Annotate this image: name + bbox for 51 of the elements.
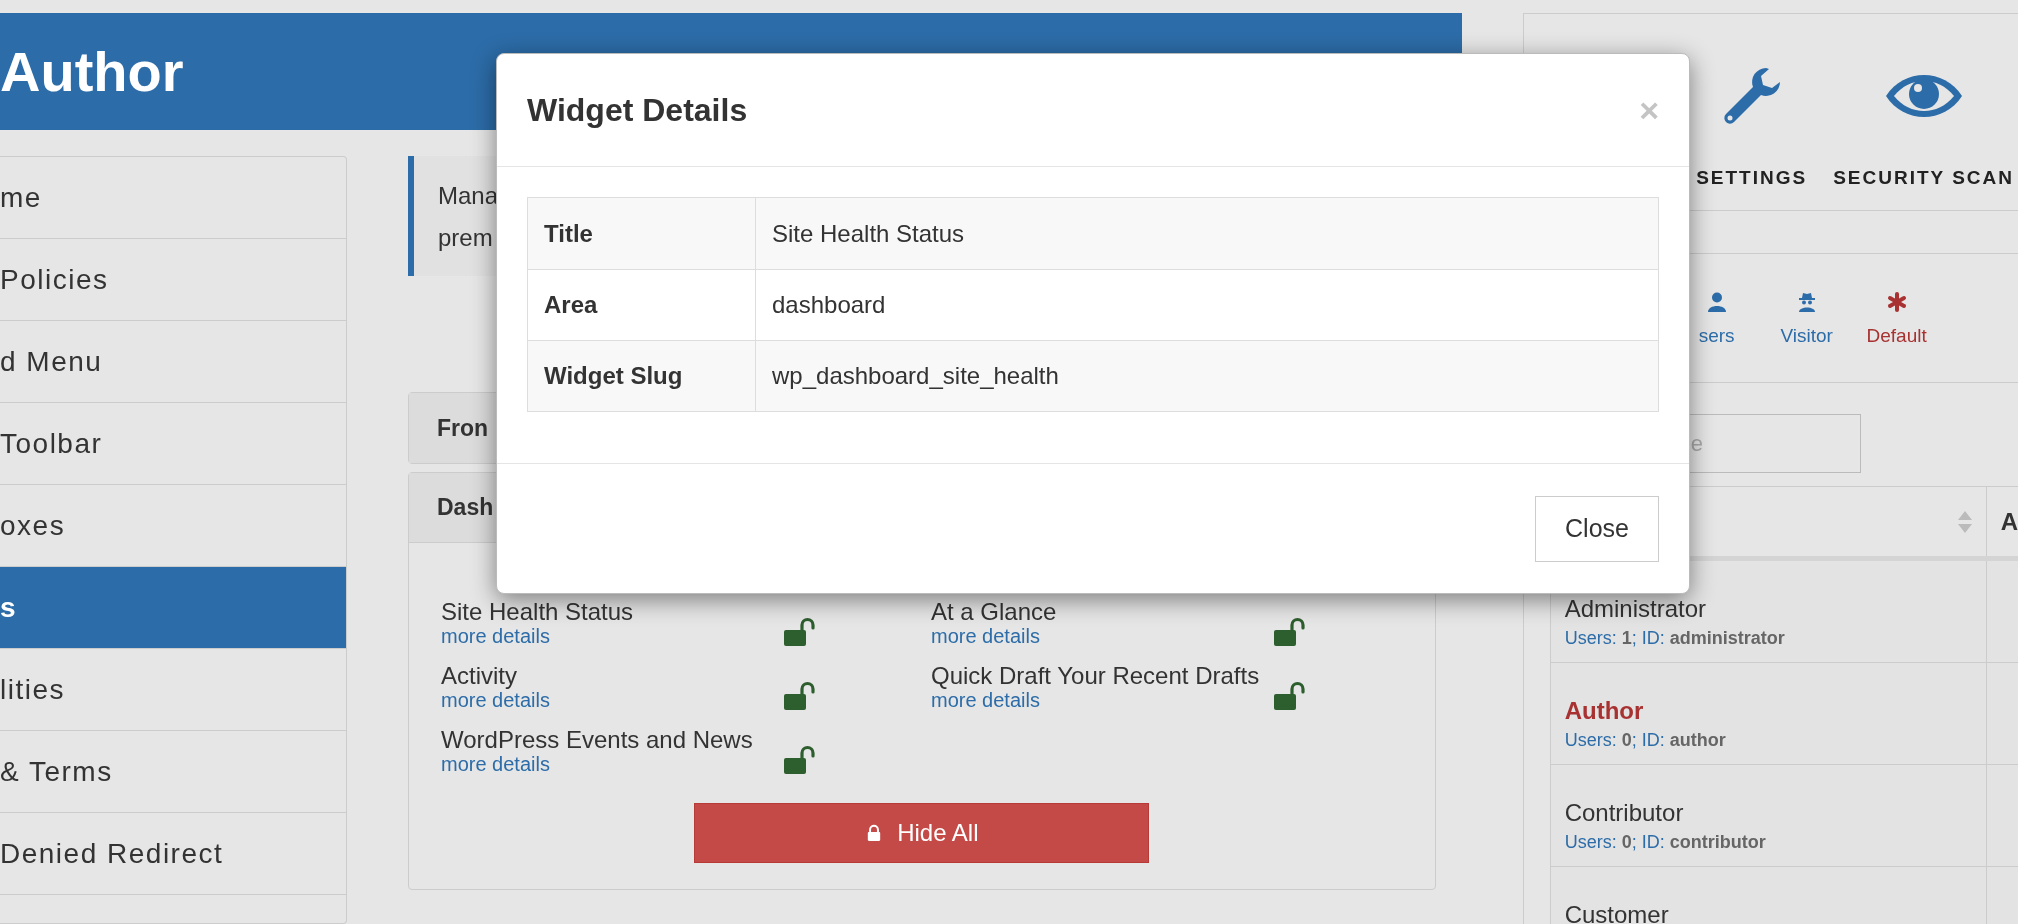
hide-all-button[interactable]: Hide All [694,803,1150,863]
role-meta: Users: 0; ID: author [1564,729,1727,752]
widget-title: Site Health Status [441,599,634,624]
detail-label: Widget Slug [528,341,756,411]
role-cell[interactable]: Contributor Users: 0; ID: contributor [1550,765,1987,866]
widget-title: WordPress Events and News [441,727,753,752]
widget-title: Quick Draft Your Recent Drafts [931,663,1260,688]
more-details-link[interactable]: more details [441,688,550,713]
sidebar-item[interactable]: Policies [0,239,346,321]
sidebar-item[interactable]: s [0,567,346,649]
sidebar-item[interactable]: lities [0,649,346,731]
detail-value: wp_dashboard_site_health [771,361,1060,391]
tool-button[interactable]: SECURITY SCAN [1833,56,2014,193]
detail-value: Site Health Status [771,218,966,249]
sidebar-item[interactable]: d Menu [0,321,346,403]
role-name: Customer [1564,901,1670,924]
role-name: Contributor [1564,799,1685,827]
tool-label: SETTINGS [1696,166,1808,190]
tool-label: SECURITY SCAN [1833,166,2014,190]
role-meta: Users: 1; ID: administrator [1564,627,1786,650]
notice-text: Mana [438,181,499,211]
role-name: Administrator [1564,595,1708,623]
table-header-cell[interactable]: A [1986,487,2018,556]
spy-icon [1797,291,1816,312]
modal-title: Widget Details [527,91,748,130]
asterisk-icon [1886,291,1907,312]
more-details-link[interactable]: more details [931,624,1057,649]
sidebar-item[interactable]: Denied Redirect [0,813,346,895]
page-title: Author [0,43,184,100]
sidebar-item[interactable]: Toolbar [0,403,346,485]
sort-icon [1957,510,1972,533]
detail-value: dashboard [771,290,887,320]
role-meta: Users: 0; ID: contributor [1564,831,1767,854]
sidebar-item[interactable]: me [0,157,346,239]
role-tab[interactable]: sers [1671,291,1762,351]
role-cell[interactable]: Author Users: 0; ID: author [1550,663,1987,764]
more-details-link[interactable]: more details [931,688,1260,713]
close-button[interactable]: Close [1535,495,1659,562]
notice-text: prem [438,223,493,253]
role-tab[interactable]: Default [1851,291,1942,351]
user-icon [1707,291,1726,312]
role-name: Author [1564,697,1645,725]
tool-button[interactable]: SETTINGS [1696,56,1808,193]
more-details-link[interactable]: more details [441,624,634,649]
role-tab[interactable]: Visitor [1761,291,1852,351]
widget-title: Activity [441,663,518,688]
sidebar-item[interactable]: & Terms [0,731,346,813]
eye-icon [1883,72,1964,120]
widget-title: At a Glance [931,599,1057,624]
more-details-link[interactable]: more details [441,752,753,777]
role-cell[interactable]: Customer [1550,867,1987,924]
